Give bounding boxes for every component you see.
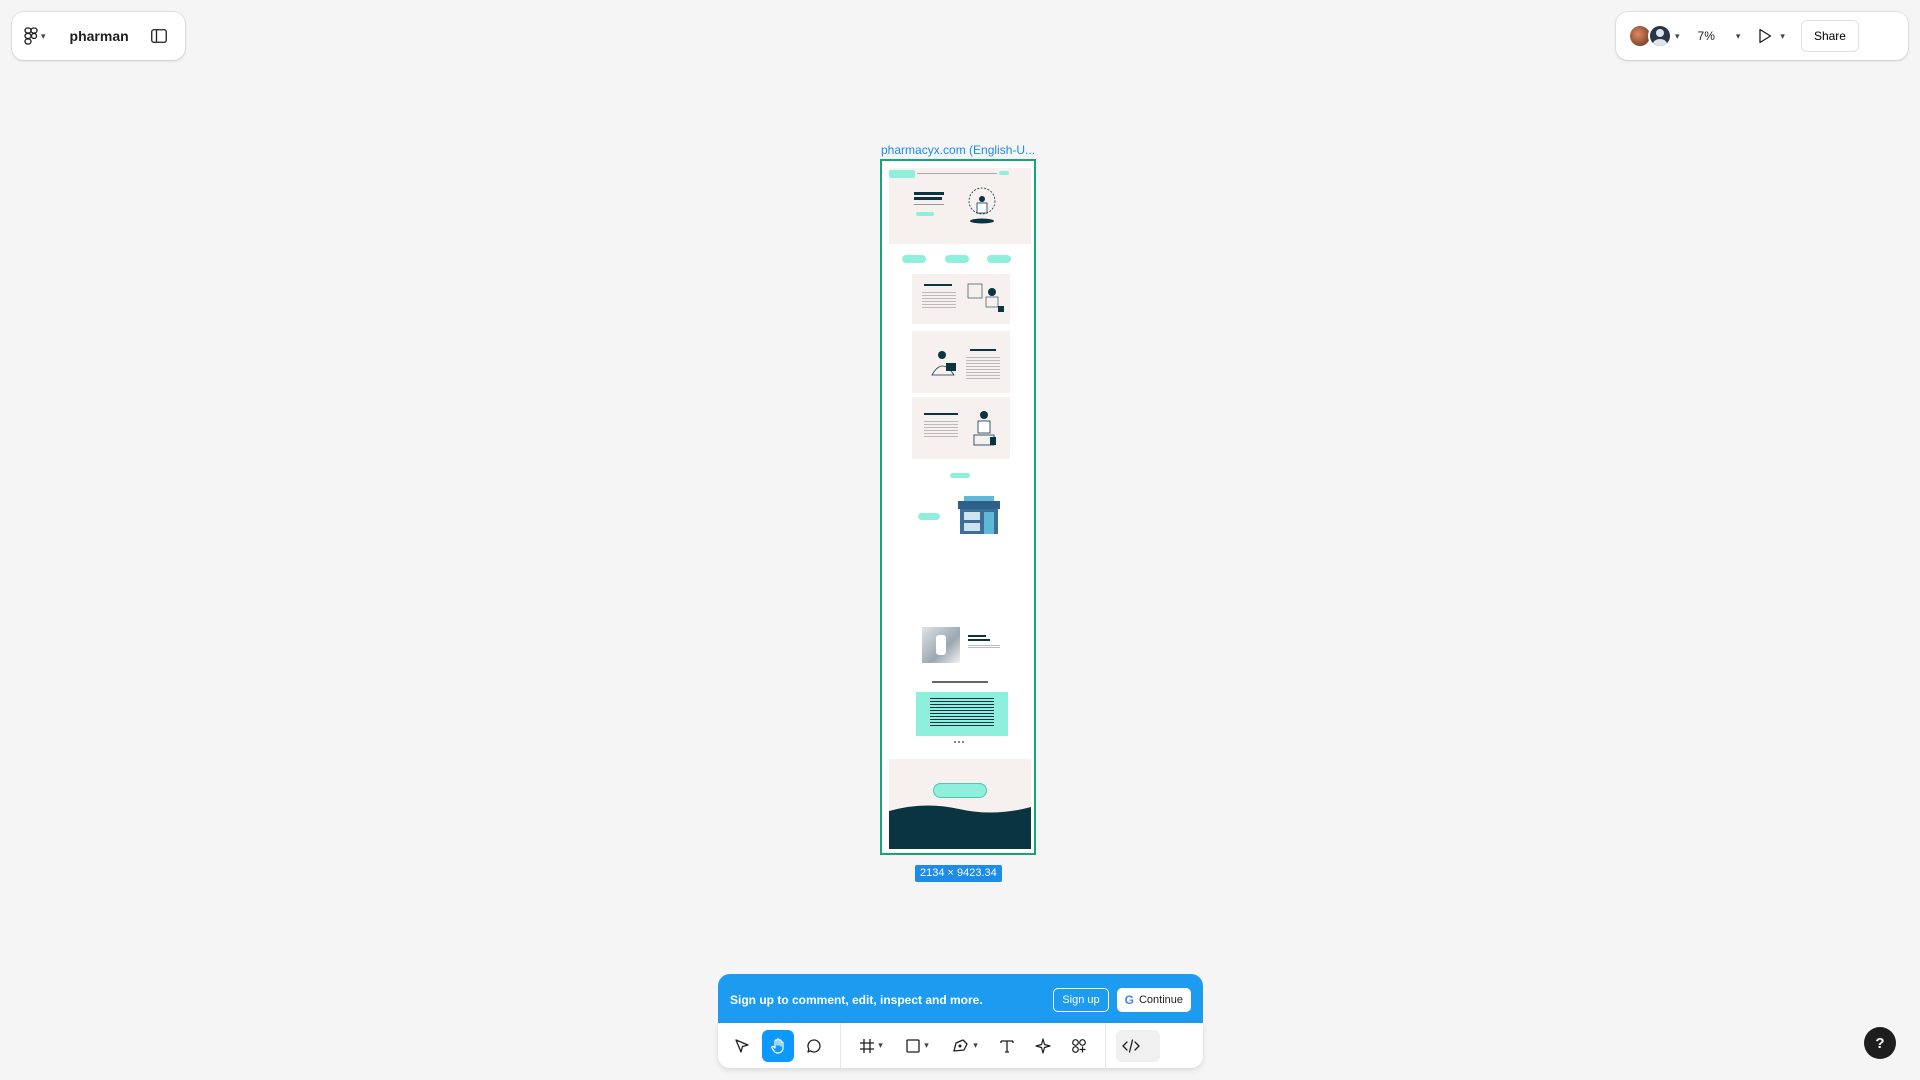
file-menu-panel: ▾ pharman <box>12 12 185 60</box>
pen-tool-icon[interactable]: ▾ <box>943 1030 987 1062</box>
text-tool-icon[interactable] <box>991 1030 1023 1062</box>
signup-button[interactable]: Sign up <box>1053 988 1109 1012</box>
about-photo <box>922 627 960 663</box>
about-text <box>968 645 1000 649</box>
collaborators[interactable]: ▾ <box>1628 24 1680 48</box>
hand-tool-icon[interactable] <box>762 1029 794 1062</box>
actions-tool-icon[interactable] <box>1027 1030 1059 1062</box>
mission-box <box>916 692 1008 736</box>
info-card <box>912 397 1010 459</box>
info-card <box>912 331 1010 393</box>
footer-wave <box>889 805 1031 849</box>
chevron-down-icon: ▾ <box>1780 30 1785 41</box>
chevron-down-icon: ▾ <box>973 1040 978 1050</box>
toolbar-divider <box>840 1023 841 1068</box>
sidebar-toggle-icon[interactable] <box>150 29 167 43</box>
chevron-down-icon: ▾ <box>878 1040 883 1050</box>
avatar <box>1648 24 1672 48</box>
cta-pill <box>950 473 970 478</box>
feature-pill <box>987 255 1011 263</box>
zoom-control[interactable]: 7% ▾ <box>1698 29 1741 43</box>
chevron-down-icon: ▾ <box>1675 30 1680 41</box>
frame-name[interactable]: pharmacyx.com (English-U... <box>881 143 1035 157</box>
signup-banner: Sign up to comment, edit, inspect and mo… <box>718 974 1203 1026</box>
rectangle-tool-icon[interactable]: ▾ <box>895 1030 939 1062</box>
bottom-toolbar: ▾ ▾ ▾ <box>718 1023 1203 1068</box>
section-heading <box>932 681 988 683</box>
toolbar-divider <box>1105 1023 1106 1068</box>
move-tool-icon[interactable] <box>726 1030 758 1062</box>
figma-logo-icon[interactable]: ▾ <box>24 27 46 45</box>
pharmacy-store-illustration <box>958 496 1000 534</box>
continue-label: Continue <box>1138 994 1183 1006</box>
hero-section <box>889 168 1031 244</box>
page-frame[interactable] <box>880 159 1036 855</box>
frame-tool-icon[interactable]: ▾ <box>851 1030 891 1062</box>
top-right-controls: ▾ 7% ▾ ▾ Share <box>1616 12 1908 60</box>
chevron-down-icon: ▾ <box>41 30 46 41</box>
file-name[interactable]: pharman <box>70 28 129 44</box>
comment-tool-icon[interactable] <box>798 1030 830 1062</box>
chevron-down-icon: ▾ <box>924 1040 929 1050</box>
continue-google-button[interactable]: G Continue <box>1116 988 1191 1012</box>
info-card <box>912 274 1010 324</box>
about-title <box>968 639 990 641</box>
present-play-icon[interactable]: ▾ <box>1758 28 1785 44</box>
cta-pill <box>918 513 940 520</box>
share-button[interactable]: Share <box>1800 20 1859 52</box>
zoom-level: 7% <box>1697 29 1715 43</box>
dots <box>954 741 966 743</box>
feature-pill <box>945 255 969 263</box>
help-button[interactable]: ? <box>1864 1027 1896 1059</box>
signup-message: Sign up to comment, edit, inspect and mo… <box>730 993 983 1007</box>
about-title <box>968 635 986 637</box>
chevron-down-icon: ▾ <box>1735 30 1741 41</box>
google-icon: G <box>1124 993 1134 1007</box>
dev-mode-icon[interactable] <box>1116 1029 1160 1062</box>
footer-cta <box>933 783 987 798</box>
resources-tool-icon[interactable] <box>1063 1030 1095 1062</box>
frame-size-badge: 2134 × 9423.34 <box>915 865 1002 882</box>
feature-pill <box>902 255 926 263</box>
